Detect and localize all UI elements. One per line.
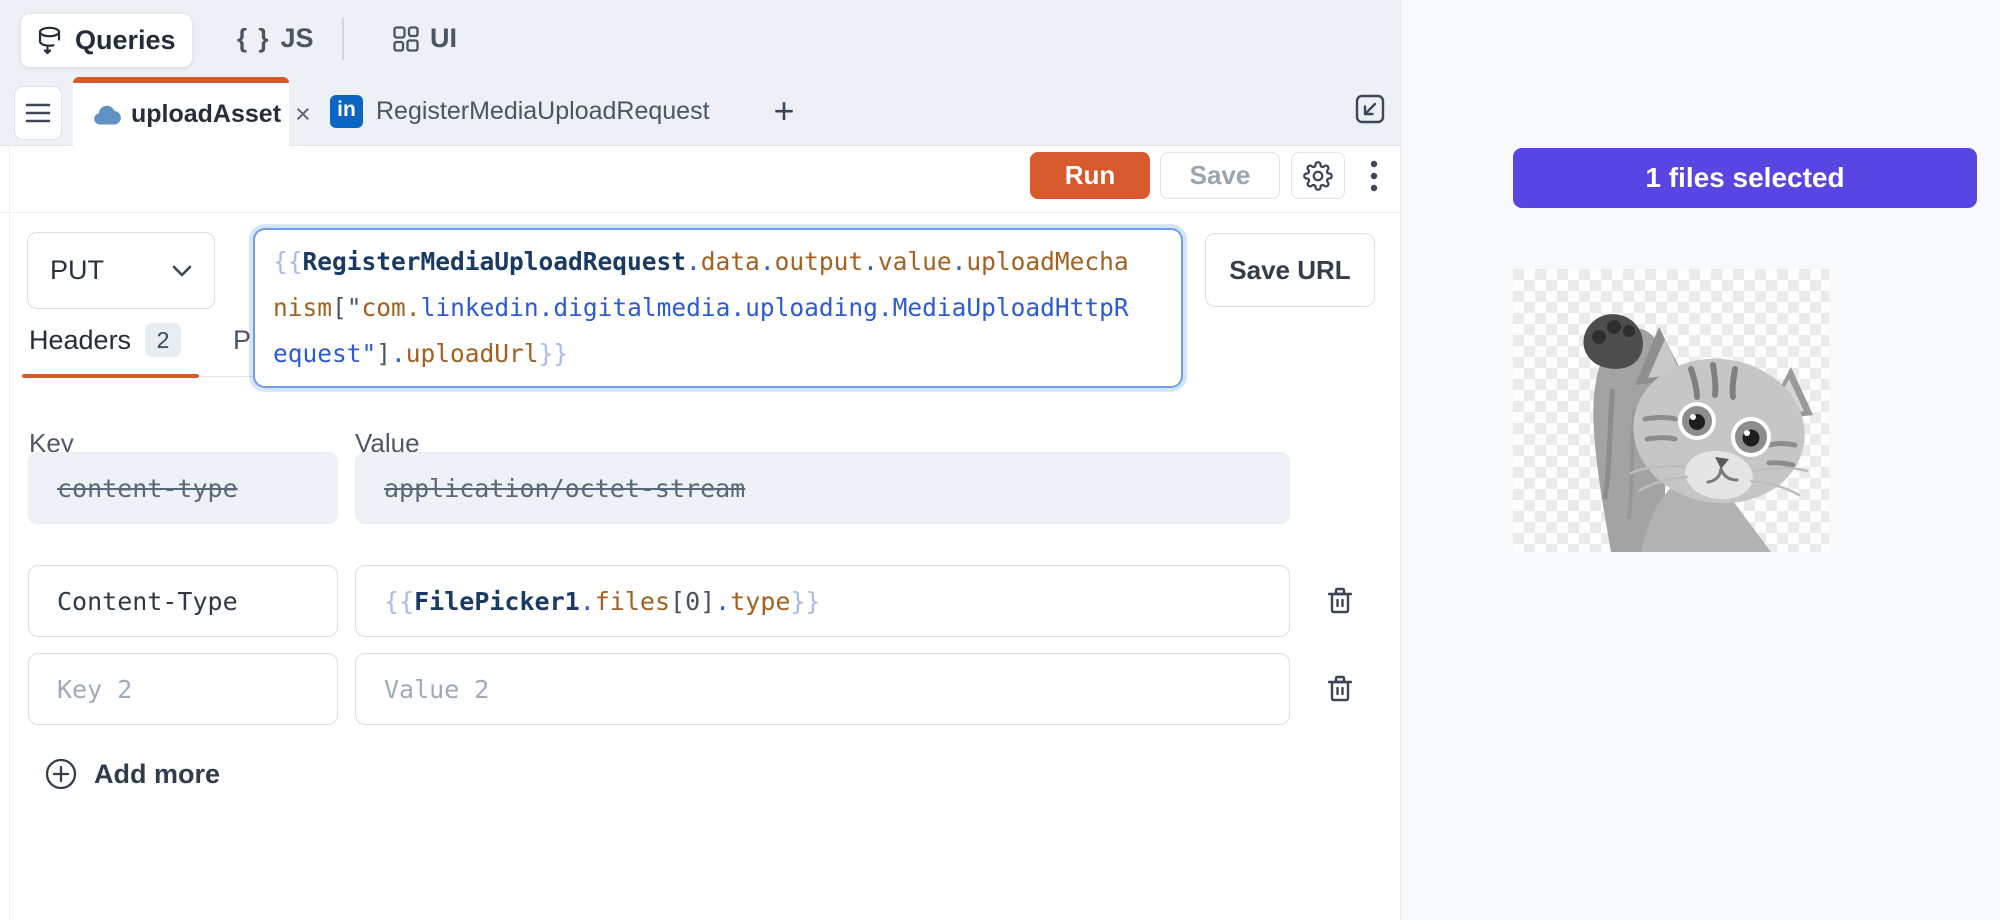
header-key-text: Content-Type (57, 587, 238, 616)
new-header-value-placeholder: Value 2 (384, 675, 489, 704)
header-value-disabled[interactable]: application/octet-stream (355, 452, 1290, 524)
file-picker-button[interactable]: 1 files selected (1513, 148, 1977, 208)
toolbar-divider (342, 18, 344, 60)
save-url-button[interactable]: Save URL (1205, 233, 1375, 307)
section-divider (0, 212, 1400, 213)
tab-uploadasset[interactable]: uploadAsset × (73, 77, 289, 146)
tab-uploadasset-label: uploadAsset (131, 100, 281, 129)
tab-headers[interactable]: Headers 2 (29, 322, 181, 358)
run-button[interactable]: Run (1030, 152, 1150, 199)
trash-icon (1326, 586, 1354, 616)
popout-editor-button[interactable] (1350, 89, 1390, 129)
nav-js-label: JS (280, 23, 313, 54)
top-toolbar: Queries { } JS UI (0, 0, 1400, 77)
http-method-select[interactable]: PUT (27, 232, 215, 309)
header-value-disabled-text: application/octet-stream (384, 474, 745, 503)
grid-icon (392, 25, 420, 53)
trash-icon (1326, 674, 1354, 704)
header-key-disabled-text: content-type (57, 474, 238, 503)
subtab-baseline (199, 376, 255, 377)
kebab-icon (1370, 159, 1378, 193)
nav-ui[interactable]: UI (392, 0, 457, 77)
http-method-value: PUT (50, 255, 104, 286)
add-query-tab-button[interactable]: + (762, 77, 806, 145)
add-more-button[interactable]: Add more (44, 754, 220, 794)
nav-ui-label: UI (430, 23, 457, 54)
nav-queries[interactable]: Queries (20, 13, 193, 68)
file-preview-image (1513, 269, 1829, 552)
tab-headers-label: Headers (29, 325, 131, 356)
chevron-down-icon (172, 265, 192, 277)
kitten-raising-paw-image (1513, 269, 1829, 552)
active-subtab-underline (22, 374, 199, 378)
query-settings-button[interactable] (1291, 152, 1345, 199)
url-input[interactable]: {{RegisterMediaUploadRequest.data.output… (253, 228, 1183, 388)
header-key-disabled[interactable]: content-type (28, 452, 338, 524)
header-key-input[interactable]: Content-Type (28, 565, 338, 637)
panel-edge (9, 146, 10, 920)
query-list-menu-button[interactable] (14, 86, 62, 140)
app-window: Queries { } JS UI (0, 0, 2000, 920)
new-header-key-placeholder: Key 2 (57, 675, 132, 704)
new-header-key-input[interactable]: Key 2 (28, 653, 338, 725)
popout-icon (1353, 92, 1387, 126)
database-icon (37, 26, 64, 55)
tab-registermediauploadrequest[interactable]: in RegisterMediaUploadRequest (330, 77, 710, 145)
more-options-button[interactable] (1360, 152, 1388, 199)
plus-circle-icon (44, 757, 78, 791)
tab-params-partial[interactable]: P (233, 322, 251, 358)
delete-new-header-row-button[interactable] (1318, 667, 1362, 711)
add-more-label: Add more (94, 759, 220, 790)
linkedin-icon: in (330, 95, 363, 128)
save-button[interactable]: Save (1160, 152, 1280, 199)
cloud-icon (93, 105, 121, 125)
close-tab-icon[interactable]: × (291, 101, 315, 128)
hamburger-icon (25, 102, 51, 124)
delete-header-row-button[interactable] (1318, 579, 1362, 623)
new-header-value-input[interactable]: Value 2 (355, 653, 1290, 725)
nav-js[interactable]: { } JS (237, 0, 314, 77)
nav-queries-label: Queries (75, 25, 176, 56)
braces-icon: { } (237, 23, 270, 54)
tab-registermediauploadrequest-label: RegisterMediaUploadRequest (376, 97, 710, 126)
headers-count-badge: 2 (145, 323, 181, 357)
header-value-input[interactable]: {{FilePicker1.files[0].type}} (355, 565, 1290, 637)
gear-icon (1303, 161, 1333, 191)
